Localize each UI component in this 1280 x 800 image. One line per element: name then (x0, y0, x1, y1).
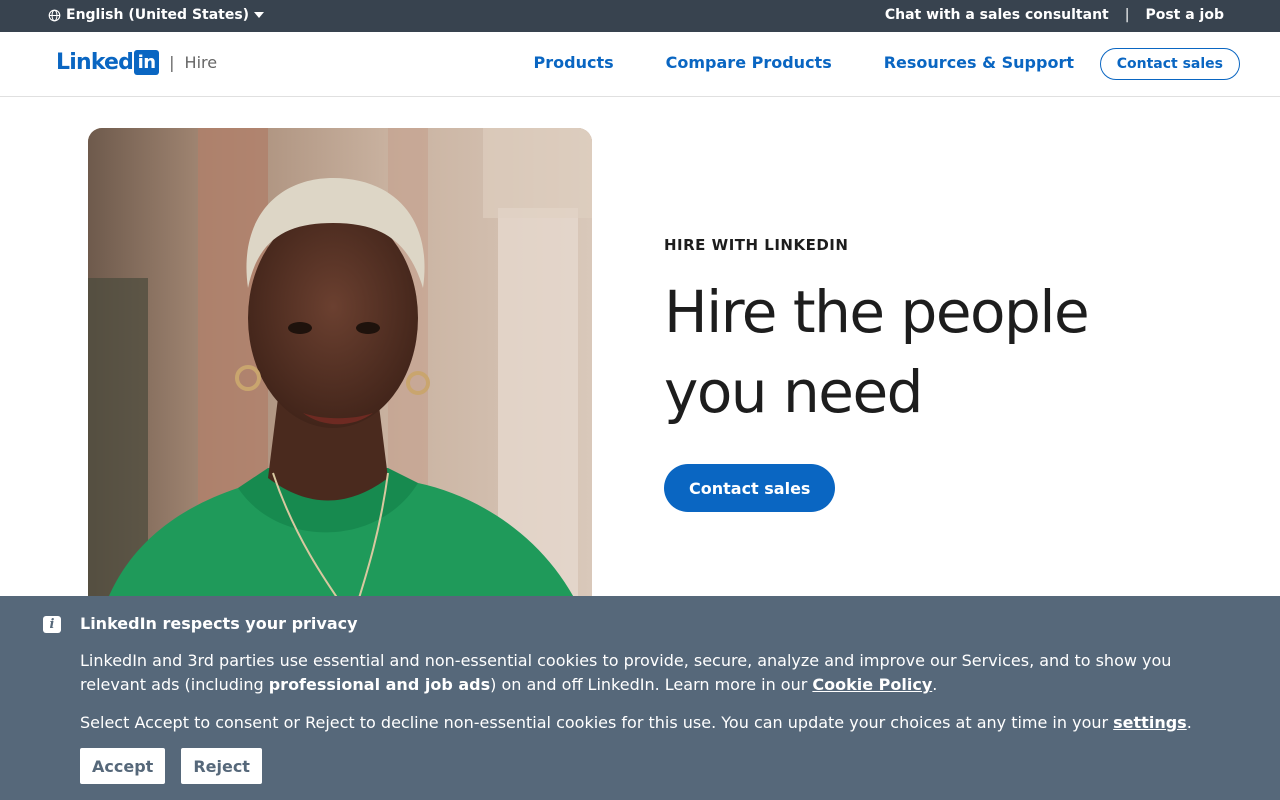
nav-products[interactable]: Products (534, 53, 614, 72)
chat-sales-link[interactable]: Chat with a sales consultant (885, 7, 1109, 23)
cookie-text: ) on and off LinkedIn. Learn more in our (490, 675, 813, 694)
logo-in-badge: in (134, 50, 160, 75)
globe-icon (48, 9, 61, 22)
hero-portrait-image (88, 128, 592, 628)
cookie-consent-text: Select Accept to consent or Reject to de… (80, 713, 1220, 733)
reject-cookies-button[interactable]: Reject (181, 748, 262, 784)
nav-links: Products Compare Products Resources & Su… (534, 53, 1074, 72)
cookie-text: . (1186, 713, 1192, 732)
cookie-title: LinkedIn respects your privacy (80, 614, 358, 633)
language-selector[interactable]: English (United States) (48, 7, 265, 23)
cookie-bold-text: professional and job ads (268, 675, 491, 694)
logo-wordmark: Linked (56, 50, 134, 75)
hero-headline: Hire the people you need (664, 278, 1090, 426)
cookie-text: . (932, 675, 938, 694)
hero-eyebrow: HIRE WITH LINKEDIN (664, 236, 849, 254)
nav-compare-products[interactable]: Compare Products (666, 53, 832, 72)
language-label: English (United States) (66, 7, 250, 23)
main-nav: Linked in | Hire Products Compare Produc… (0, 32, 1280, 97)
logo-subtitle: Hire (184, 53, 218, 72)
cookie-banner: i LinkedIn respects your privacy LinkedI… (0, 596, 1280, 800)
linkedin-logo[interactable]: Linked in | Hire (56, 50, 217, 75)
cookie-settings-link[interactable]: settings (1113, 713, 1187, 732)
nav-resources-support[interactable]: Resources & Support (884, 53, 1074, 72)
logo-separator: | (169, 53, 175, 72)
post-job-link[interactable]: Post a job (1145, 7, 1224, 23)
utility-links: Chat with a sales consultant | Post a jo… (885, 7, 1224, 23)
contact-sales-hero-button[interactable]: Contact sales (664, 464, 836, 512)
cookie-text: Select Accept to consent or Reject to de… (80, 713, 1114, 732)
info-icon: i (43, 616, 61, 633)
contact-sales-nav-button[interactable]: Contact sales (1099, 48, 1240, 80)
cookie-description: LinkedIn and 3rd parties use essential a… (80, 649, 1220, 697)
hero-text: HIRE WITH LINKEDIN Hire the people you n… (664, 236, 1184, 512)
caret-down-icon (254, 12, 265, 18)
utility-bar: English (United States) Chat with a sale… (0, 0, 1280, 32)
cookie-policy-link[interactable]: Cookie Policy (812, 675, 932, 694)
utility-separator: | (1124, 7, 1130, 23)
accept-cookies-button[interactable]: Accept (80, 748, 166, 784)
cookie-buttons: Accept Reject (80, 748, 262, 784)
